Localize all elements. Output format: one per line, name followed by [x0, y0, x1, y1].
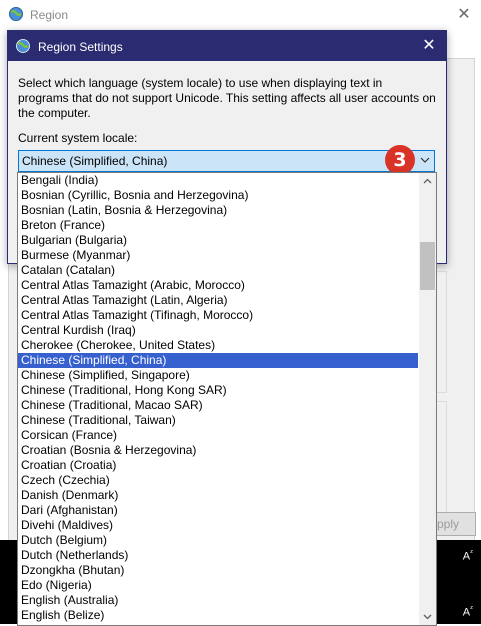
scroll-up-arrow-icon[interactable] [419, 173, 436, 190]
list-item[interactable]: Edo (Nigeria) [18, 578, 418, 593]
list-item[interactable]: Croatian (Bosnia & Herzegovina) [18, 443, 418, 458]
list-item-selected[interactable]: Chinese (Simplified, China) [18, 353, 418, 368]
list-item[interactable]: English (Belize) [18, 608, 418, 623]
region-window-titlebar: Region ✕ [0, 0, 481, 30]
list-item[interactable]: Catalan (Catalan) [18, 263, 418, 278]
globe-icon [15, 38, 31, 54]
list-item[interactable]: Central Kurdish (Iraq) [18, 323, 418, 338]
region-close-button[interactable]: ✕ [453, 4, 475, 26]
list-item[interactable]: Dari (Afghanistan) [18, 503, 418, 518]
list-item[interactable]: Chinese (Traditional, Taiwan) [18, 413, 418, 428]
list-item[interactable]: Chinese (Simplified, Singapore) [18, 368, 418, 383]
system-locale-label: Current system locale: [18, 131, 138, 145]
list-item[interactable]: Divehi (Maldives) [18, 518, 418, 533]
dialog-title: Region Settings [38, 40, 123, 54]
scroll-down-arrow-icon[interactable] [419, 608, 436, 625]
list-item[interactable]: Dutch (Belgium) [18, 533, 418, 548]
list-item[interactable]: Czech (Czechia) [18, 473, 418, 488]
list-item[interactable]: Dzongkha (Bhutan) [18, 563, 418, 578]
dropdown-scrollbar[interactable] [419, 173, 436, 625]
list-item[interactable]: Cherokee (Cherokee, United States) [18, 338, 418, 353]
list-item[interactable]: Bosnian (Cyrillic, Bosnia and Herzegovin… [18, 188, 418, 203]
list-item[interactable]: Central Atlas Tamazight (Latin, Algeria) [18, 293, 418, 308]
dialog-close-button[interactable]: ✕ [416, 35, 442, 57]
dialog-description: Select which language (system locale) to… [18, 76, 436, 120]
input-indicator-icon[interactable]: Aᶻ [463, 604, 473, 619]
list-item[interactable]: Croatian (Croatia) [18, 458, 418, 473]
list-item[interactable]: Chinese (Traditional, Macao SAR) [18, 398, 418, 413]
list-item[interactable]: Bengali (India) [18, 173, 418, 188]
list-item[interactable]: Chinese (Traditional, Hong Kong SAR) [18, 383, 418, 398]
region-window-title: Region [30, 8, 69, 22]
scrollbar-thumb[interactable] [420, 241, 435, 290]
chevron-down-icon[interactable] [419, 154, 431, 166]
locale-list: Bengali (India) Bosnian (Cyrillic, Bosnia… [18, 173, 418, 623]
list-item[interactable]: Bulgarian (Bulgaria) [18, 233, 418, 248]
system-locale-value: Chinese (Simplified, China) [22, 154, 168, 168]
system-locale-dropdown-list[interactable]: Bengali (India) Bosnian (Cyrillic, Bosnia… [17, 172, 437, 626]
list-item[interactable]: English (Australia) [18, 593, 418, 608]
globe-icon [8, 6, 24, 22]
list-item[interactable]: Bosnian (Latin, Bosnia & Herzegovina) [18, 203, 418, 218]
list-item[interactable]: Burmese (Myanmar) [18, 248, 418, 263]
list-item[interactable]: Corsican (France) [18, 428, 418, 443]
input-indicator-icon[interactable]: Aᶻ [463, 548, 473, 563]
dialog-titlebar: Region Settings ✕ [8, 31, 446, 61]
list-item[interactable]: Dutch (Netherlands) [18, 548, 418, 563]
list-item[interactable]: Central Atlas Tamazight (Arabic, Morocco… [18, 278, 418, 293]
list-item[interactable]: Breton (France) [18, 218, 418, 233]
list-item[interactable]: Central Atlas Tamazight (Tifinagh, Moroc… [18, 308, 418, 323]
step-number-badge: 3 [385, 145, 415, 175]
list-item[interactable]: Danish (Denmark) [18, 488, 418, 503]
system-locale-combobox[interactable]: Chinese (Simplified, China) [18, 150, 435, 172]
